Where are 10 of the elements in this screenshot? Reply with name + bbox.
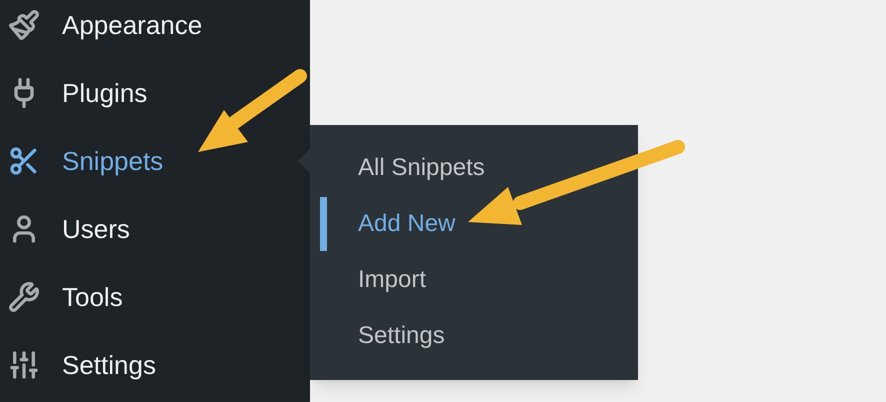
submenu-item[interactable]: Import — [310, 252, 638, 308]
sidebar-item[interactable]: Users — [0, 195, 310, 263]
sidebar-item[interactable]: Settings — [0, 331, 310, 399]
sidebar-item[interactable]: Snippets — [0, 127, 310, 195]
submenu-item[interactable]: All Snippets — [310, 140, 638, 196]
sidebar-item[interactable]: Appearance — [0, 0, 310, 59]
sidebar-item[interactable]: Plugins — [0, 59, 310, 127]
submenu-item[interactable]: Settings — [310, 308, 638, 364]
sidebar-item[interactable]: Tools — [0, 263, 310, 331]
submenu-item[interactable]: Add New — [310, 196, 638, 252]
